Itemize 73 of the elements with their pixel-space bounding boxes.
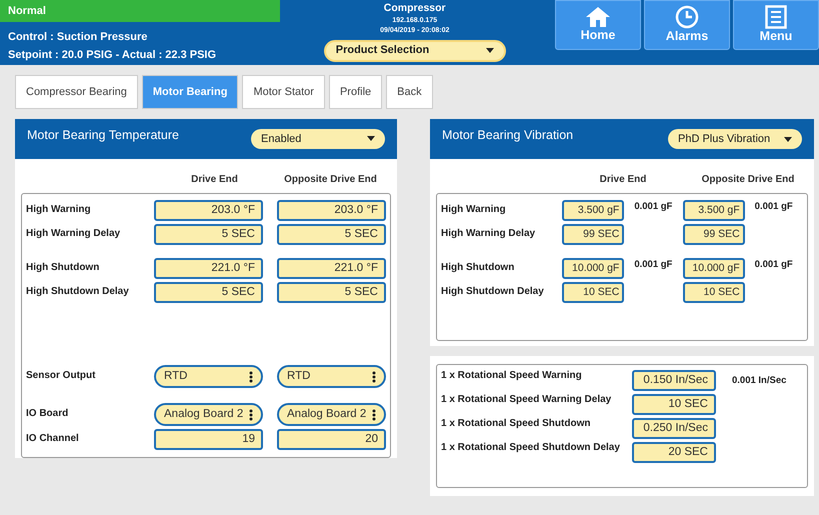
value-field[interactable]: 19 [154,429,263,450]
row-label: High Warning Delay [26,228,122,241]
value-field[interactable]: 221.0 °F [277,258,386,279]
more-icon [372,370,376,382]
value-field[interactable]: 10 SEC [632,394,716,415]
tab[interactable]: Compressor Bearing [15,75,138,109]
mode-dropdown[interactable]: PhD Plus Vibration [668,129,802,149]
row-label: 1 x Rotational Speed Shutdown [441,418,592,430]
value-field[interactable]: 3.500 gF [682,200,745,221]
caret-icon [486,48,494,53]
resolution-text: 0.001 gF [754,258,793,272]
resolution-text: 0.001 gF [754,200,793,214]
mode-dropdown[interactable]: Enabled [251,128,385,149]
value-field[interactable]: 20 [277,429,386,450]
menu-icon [765,5,787,30]
value-field[interactable]: 0.150 In/Sec [632,370,716,391]
clock-icon [675,5,699,30]
value-field[interactable]: 203.0 °F [277,200,386,221]
compressor-title: Compressor [384,3,446,14]
value-field[interactable]: 99 SEC [682,224,745,245]
tab[interactable]: Profile [328,75,382,109]
resolution-text: 0.001 In/Sec [732,374,786,388]
select-dropdown[interactable]: Analog Board 2 [277,403,386,426]
panel-title: Motor Bearing Temperature [27,126,179,144]
row-label: 1 x Rotational Speed Warning [441,370,583,382]
row-label: IO Channel [26,433,80,446]
value-field[interactable]: 10 SEC [682,282,745,303]
value-field[interactable]: 221.0 °F [154,258,263,279]
product-selection-dropdown[interactable]: Product Selection [324,40,506,62]
value-field[interactable]: 0.250 In/Sec [632,418,716,439]
column-header: Opposite Drive End [700,173,796,187]
more-icon [372,408,376,420]
select-dropdown[interactable]: RTD [154,365,263,388]
value-field[interactable]: 10.000 gF [682,258,745,279]
control-text: Control : Suction Pressure [7,30,148,45]
caret-icon [367,136,375,142]
caret-icon [784,136,792,142]
value-field[interactable]: 203.0 °F [154,200,263,221]
more-icon [249,370,253,382]
row-label: High Warning [441,204,507,217]
tab[interactable]: Motor Stator [242,75,325,109]
value-field[interactable]: 20 SEC [632,442,716,463]
row-label: 1 x Rotational Speed Shutdown Delay [441,442,621,454]
row-label: 1 x Rotational Speed Warning Delay [441,394,612,406]
value-field[interactable]: 99 SEC [562,224,624,245]
value-field[interactable]: 5 SEC [154,282,263,303]
row-label: High Warning [26,204,92,217]
value-field[interactable]: 5 SEC [277,282,386,303]
resolution-text: 0.001 gF [634,258,672,272]
select-dropdown[interactable]: Analog Board 2 [154,403,263,426]
row-label: High Shutdown [26,262,100,275]
value-field[interactable]: 10.000 gF [562,258,624,279]
setpoint-text: Setpoint : 20.0 PSIG - Actual : 22.3 PSIG [7,48,218,62]
row-label: High Shutdown Delay [441,286,545,299]
value-field[interactable]: 3.500 gF [562,200,624,221]
column-header: Drive End [598,173,648,187]
value-field[interactable]: 10 SEC [562,282,624,303]
tab[interactable]: Back [386,75,433,109]
panel-title: Motor Bearing Vibration [442,126,574,144]
row-label: High Shutdown Delay [26,286,130,299]
column-header: Opposite Drive End [283,172,378,187]
select-dropdown[interactable]: RTD [277,365,386,388]
column-header: Drive End [190,172,239,187]
resolution-text: 0.001 gF [634,200,672,214]
value-field[interactable]: 5 SEC [154,224,263,245]
home-icon [585,6,611,28]
value-field[interactable]: 5 SEC [277,224,386,245]
row-label: Sensor Output [26,370,96,383]
row-label: IO Board [26,408,70,421]
more-icon [249,408,253,420]
row-label: High Shutdown [441,262,516,275]
status-banner: Normal [0,0,280,22]
row-label: High Warning Delay [441,228,536,241]
